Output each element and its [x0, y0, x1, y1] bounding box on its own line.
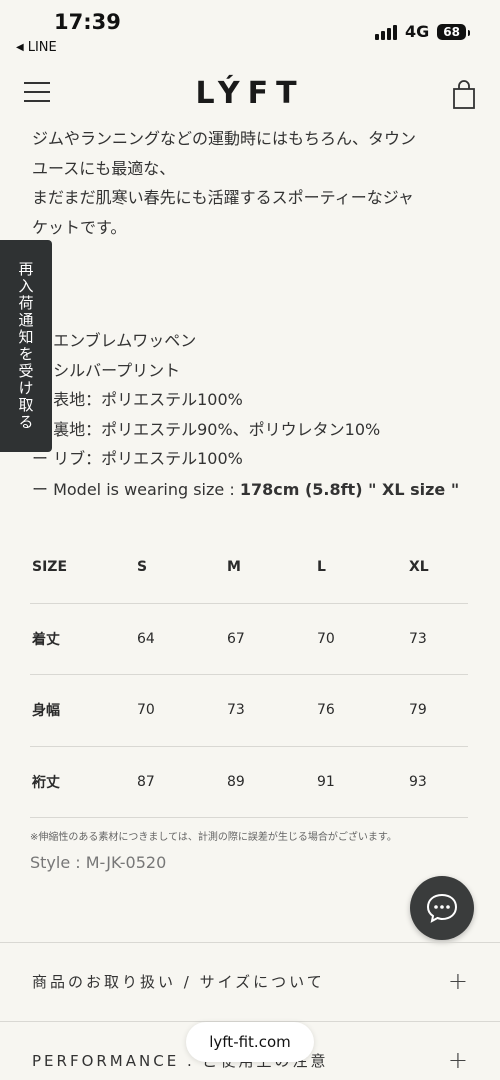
back-app-label: LINE [27, 40, 57, 55]
restock-notify-tab[interactable]: 再入荷通知を受け取る [0, 240, 52, 452]
table-row: 身幅 70 73 76 79 [30, 675, 468, 747]
accordion-care-size[interactable]: 商品のお取り扱い / サイズについて + [0, 942, 500, 1022]
restock-notify-label: 再入荷通知を受け取る [16, 261, 35, 431]
table-cell: 64 [137, 630, 155, 647]
feature-item: ー 裏地：ポリエステル90%、ポリウレタン10% [32, 419, 381, 439]
table-cell: 87 [137, 773, 155, 790]
model-height: 178cm (5.8ft) [239, 480, 363, 499]
chat-bubble-icon[interactable] [410, 876, 474, 940]
size-table: SIZE S M L XL 着丈 64 67 70 73 身幅 70 73 76… [30, 532, 468, 818]
table-row: 着丈 64 67 70 73 [30, 604, 468, 675]
table-cell: 73 [227, 702, 245, 719]
header-cell: L [317, 559, 326, 576]
feature-item: ー エンブレムワッペン [32, 331, 197, 350]
table-cell: 76 [317, 702, 335, 719]
shopping-bag-icon[interactable] [452, 80, 476, 110]
table-cell: 70 [317, 630, 335, 647]
plus-icon: + [447, 1046, 468, 1074]
signal-icon [375, 24, 398, 40]
row-label: 裄丈 [32, 774, 60, 791]
table-cell: 67 [227, 630, 245, 647]
network-type: 4G [405, 22, 430, 41]
size-table-header: SIZE S M L XL [30, 532, 468, 604]
model-prefix: ー Model is wearing size : [32, 480, 240, 499]
table-cell: 70 [137, 702, 155, 719]
status-time: 17:39 [54, 10, 121, 34]
style-code: Style : M-JK-0520 [30, 853, 167, 872]
table-cell: 73 [409, 630, 427, 647]
header-cell: XL [409, 559, 429, 576]
table-cell: 93 [409, 773, 427, 790]
table-cell: 89 [227, 773, 245, 790]
table-cell: 91 [317, 773, 335, 790]
model-size-info: ー Model is wearing size : 178cm (5.8ft) … [32, 475, 459, 504]
site-header: LÝFT [0, 62, 500, 126]
status-indicators: 4G 68 [375, 22, 470, 41]
back-to-app-link[interactable]: ◀ LINE [16, 40, 57, 55]
description-line: ジムやランニングなどの運動時にはもちろん、タウン [32, 129, 417, 148]
header-cell: M [227, 559, 241, 576]
feature-item: ー リブ：ポリエステル100% [32, 449, 243, 468]
row-label: 着丈 [32, 631, 60, 648]
header-cell: S [137, 559, 148, 576]
product-description: ジムやランニングなどの運動時にはもちろん、タウン ユースにも最適な、 まだまだ肌… [32, 124, 472, 242]
battery-icon: 68 [437, 23, 470, 40]
product-features: ー エンブレムワッペン ー シルバープリント ー 表地：ポリエステル100% ー… [32, 326, 380, 474]
model-size: " XL size " [362, 480, 460, 499]
feature-item: ー シルバープリント [32, 360, 181, 380]
description-line: ケットです。 [32, 217, 127, 237]
status-bar: 17:39 ◀ LINE 4G 68 [0, 0, 500, 62]
back-triangle-icon: ◀ [16, 42, 24, 53]
description-line: まだまだ肌寒い春先にも活躍するスポーティーなジャ [32, 188, 414, 207]
browser-url-pill[interactable]: lyft-fit.com [186, 1022, 314, 1062]
table-cell: 79 [409, 702, 427, 719]
description-line: ユースにも最適な、 [32, 158, 176, 178]
row-label: 身幅 [32, 703, 60, 720]
table-row: 裄丈 87 89 91 93 [30, 747, 468, 818]
accordion-label: 商品のお取り扱い / サイズについて [32, 973, 325, 991]
brand-logo[interactable]: LÝFT [0, 76, 500, 111]
measurement-note: ※伸縮性のある素材につきましては、計測の際に誤差が生じる場合がございます。 [30, 832, 397, 843]
feature-item: ー 表地：ポリエステル100% [32, 390, 243, 409]
plus-icon: + [447, 967, 468, 995]
header-cell: SIZE [32, 559, 68, 576]
